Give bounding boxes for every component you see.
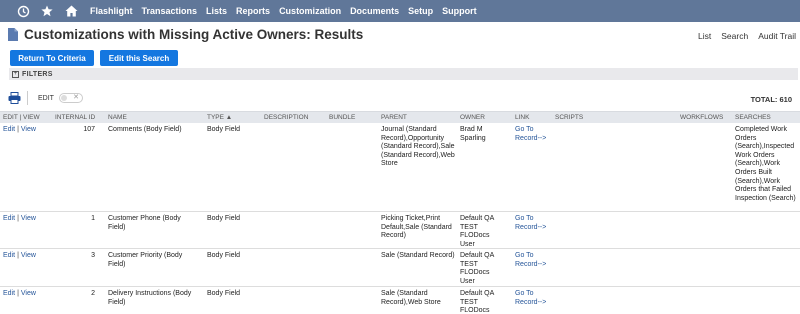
star-icon[interactable] [36,0,58,22]
type-cell: Body Field [207,215,241,222]
table-row: Edit | View 2 Delivery Instructions (Body … [0,287,800,314]
go-to-record-link[interactable]: Go To Record--> [515,126,550,143]
nav-setup[interactable]: Setup [408,6,433,16]
parent-cell: Sale (Standard Record) [381,252,455,259]
owner-cell: Default QA TEST FLODocs User [460,290,494,314]
results-toolbar: EDIT ✕ TOTAL: 610 [0,89,800,107]
type-cell: Body Field [207,290,241,297]
edit-link[interactable]: Edit [3,215,15,222]
link-separator: | [17,252,19,259]
go-to-record-link[interactable]: Go To Record--> [515,215,550,232]
edit-view-links: Edit | View [3,215,36,222]
table-row: Edit | View 1 Customer Phone (Body Field) … [0,212,800,249]
col-workflows[interactable]: WORKFLOWS [680,114,723,121]
internal-id-cell: 3 [91,252,95,259]
nav-support[interactable]: Support [442,6,477,16]
col-type[interactable]: TYPE ▲ [207,114,257,121]
filters-label: FILTERS [22,70,53,78]
owner-cell: Brad M Sparling [460,126,486,142]
nav-transactions[interactable]: Transactions [142,6,198,16]
col-owner[interactable]: OWNER [460,114,505,121]
nav-lists[interactable]: Lists [206,6,227,16]
nav-reports[interactable]: Reports [236,6,270,16]
nav-documents[interactable]: Documents [350,6,399,16]
col-edit-view: EDIT | VIEW [3,114,40,121]
link-separator: | [17,126,19,133]
link-separator: | [17,290,19,297]
view-link[interactable]: View [21,290,36,297]
owner-cell: Default QA TEST FLODocs User [460,215,494,248]
owner-cell: Default QA TEST FLODocs User [460,252,494,285]
col-bundle[interactable]: BUNDLE [329,114,355,121]
table-row: Edit | View 3 Customer Priority (Body Fiel… [0,249,800,287]
col-name[interactable]: NAME [108,114,198,121]
view-link[interactable]: View [21,126,36,133]
type-cell: Body Field [207,252,241,259]
audit-trail-link[interactable]: Audit Trail [758,31,796,41]
expand-filters-icon[interactable]: + [12,70,19,78]
table-header: EDIT | VIEW INTERNAL ID NAME TYPE ▲ DESC… [0,111,800,123]
searches-cell: Completed Work Orders (Search),Inspected… [735,126,796,202]
name-cell: Customer Phone (Body Field) [108,215,181,231]
view-link[interactable]: View [21,252,36,259]
parent-cell: Picking Ticket,Print Default,Sale (Stand… [381,215,452,240]
edit-link[interactable]: Edit [3,290,15,297]
go-to-record-link[interactable]: Go To Record--> [515,290,550,307]
link-separator: | [17,215,19,222]
edit-view-links: Edit | View [3,126,36,133]
list-link[interactable]: List [698,31,711,41]
search-link[interactable]: Search [721,31,748,41]
go-to-record-link[interactable]: Go To Record--> [515,252,550,269]
return-to-criteria-button[interactable]: Return To Criteria [10,50,94,66]
document-icon [8,28,18,41]
type-cell: Body Field [207,126,241,133]
col-internal-id[interactable]: INTERNAL ID [55,114,95,121]
toggle-knob [61,95,67,101]
col-scripts[interactable]: SCRIPTS [555,114,583,121]
inline-edit-toggle[interactable]: ✕ [59,93,83,103]
internal-id-cell: 107 [83,126,95,133]
page-title: Customizations with Missing Active Owner… [24,27,364,42]
header-links: List Search Audit Trail [698,31,796,41]
parent-cell: Sale (Standard Record),Web Store [381,290,441,306]
col-parent[interactable]: PARENT [381,114,456,121]
edit-link[interactable]: Edit [3,126,15,133]
col-searches[interactable]: SEARCHES [735,114,798,121]
edit-search-button[interactable]: Edit this Search [100,50,178,66]
table-row: Edit | View 107 Comments (Body Field) Body… [0,123,800,212]
edit-view-links: Edit | View [3,252,36,259]
home-icon[interactable] [60,0,82,22]
print-icon[interactable] [8,92,21,104]
col-description[interactable]: DESCRIPTION [264,114,308,121]
recent-records-icon[interactable] [12,0,34,22]
total-count: TOTAL: 610 [750,95,792,104]
nav-customization[interactable]: Customization [279,6,341,16]
toolbar-divider [27,91,28,105]
filters-bar[interactable]: + FILTERS [9,68,798,80]
internal-id-cell: 2 [91,290,95,297]
edit-link[interactable]: Edit [3,252,15,259]
internal-id-cell: 1 [91,215,95,222]
edit-label: EDIT [38,95,54,102]
parent-cell: Journal (Standard Record),Opportunity (S… [381,126,455,168]
name-cell: Comments (Body Field) [108,126,182,133]
view-link[interactable]: View [21,215,36,222]
top-nav-bar: Flashlight Transactions Lists Reports Cu… [0,0,800,22]
toggle-off-icon: ✕ [73,94,79,101]
results-table: EDIT | VIEW INTERNAL ID NAME TYPE ▲ DESC… [0,111,800,314]
nav-flashlight[interactable]: Flashlight [90,6,133,16]
col-link[interactable]: LINK [515,114,550,121]
edit-view-links: Edit | View [3,290,36,297]
name-cell: Delivery Instructions (Body Field) [108,290,192,306]
name-cell: Customer Priority (Body Field) [108,252,183,268]
